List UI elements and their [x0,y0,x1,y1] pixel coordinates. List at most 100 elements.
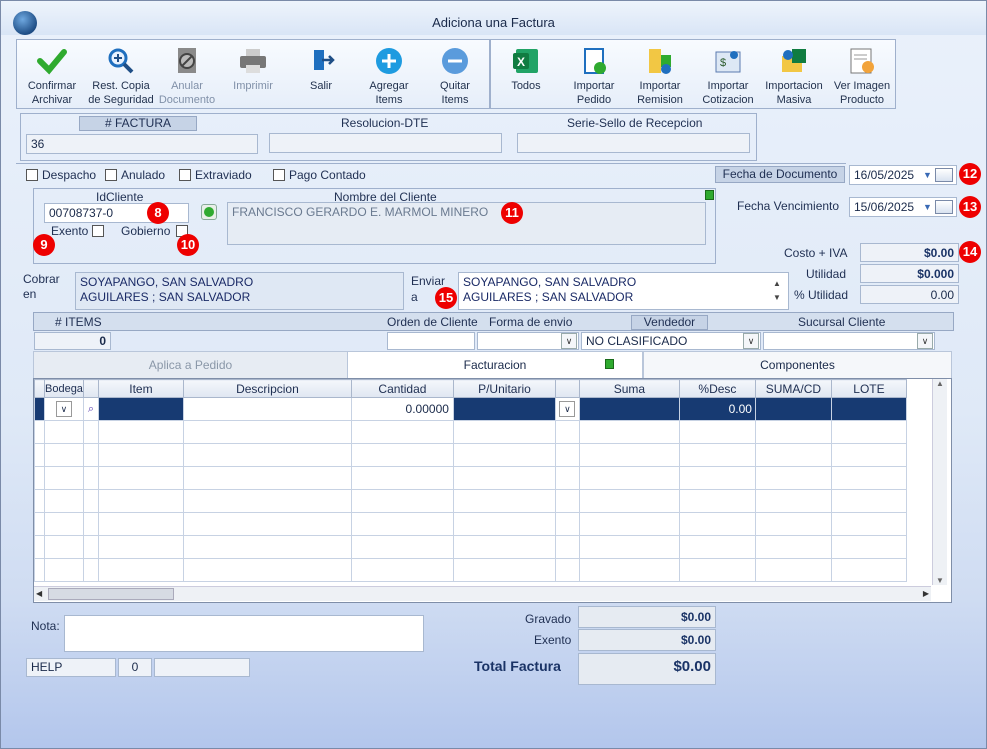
plus-circle-icon [376,48,402,74]
column-header-sumacd[interactable]: SUMA/CD [754,379,832,398]
enviar-address[interactable]: SOYAPANGO, SAN SALVADRO AGUILARES ; SAN S… [458,272,789,310]
tab-facturacion[interactable]: Facturacion [347,351,643,379]
checkmark-icon [37,49,67,75]
lote-cell[interactable] [830,397,907,421]
price-dropdown[interactable]: ∨ [554,397,580,421]
gravado-field: $0.00 [578,606,716,628]
punitario-cell[interactable] [452,397,556,421]
column-header-descripcion[interactable]: Descripcion [182,379,352,398]
calendar-icon[interactable] [935,200,953,214]
id-cliente-label: IdCliente [96,190,144,204]
import-order-button[interactable]: Importar Pedido [561,40,627,108]
cobrar-label-en: en [23,287,37,301]
printer-icon [240,49,266,73]
scroll-right-icon[interactable]: ▶ [923,589,929,598]
table-row[interactable] [34,558,907,582]
nombre-cliente-field[interactable]: FRANCISCO GERARDO E. MARMOL MINERO [227,202,706,245]
tab-note-icon [605,359,614,369]
table-row[interactable] [34,535,907,559]
add-items-button[interactable]: Agregar Items [359,40,419,108]
table-row[interactable]: ∨ ⌕ 0.00000 ∨ 0.00 [34,397,907,421]
sucursal-select[interactable] [763,332,935,350]
utilidad-field: $0.000 [860,264,959,283]
column-header-lote[interactable]: LOTE [830,379,907,398]
marker-11: 11 [501,202,523,224]
sucursal-label: Sucursal Cliente [798,315,886,329]
export-all-button[interactable]: X Todos [493,40,559,108]
confirm-button[interactable]: Confirmar Archivar [21,40,83,108]
table-row[interactable] [34,443,907,467]
fecha-vencimiento-label: Fecha Vencimiento [737,199,840,213]
tab-aplica-pedido[interactable]: Aplica a Pedido [33,351,348,379]
table-row[interactable] [34,489,907,513]
pct-utilidad-label: % Utilidad [794,288,849,302]
serie-field[interactable] [517,133,750,153]
import-remission-button[interactable]: Importar Remision [627,40,693,108]
column-header-punitario[interactable]: P/Unitario [452,379,556,398]
vertical-scrollbar[interactable]: ▲ ▼ [932,379,947,585]
chevron-down-icon[interactable]: ▼ [923,170,932,180]
column-header-suma[interactable]: Suma [578,379,680,398]
scroll-down-icon[interactable]: ▼ [933,576,947,585]
column-header-cantidad[interactable]: Cantidad [350,379,454,398]
print-button[interactable]: Imprimir [223,40,283,108]
tab-componentes[interactable]: Componentes [643,351,952,379]
anulado-checkbox[interactable] [105,169,117,181]
descripcion-cell[interactable] [182,397,352,421]
chevron-down-icon[interactable]: ∨ [561,333,577,349]
items-count-label: # ITEMS [55,315,102,329]
cantidad-cell[interactable]: 0.00000 [350,397,454,421]
orden-cliente-field[interactable] [387,332,475,350]
lookup-icon[interactable]: ⌕ [82,397,99,421]
column-header-desc[interactable]: %Desc [678,379,756,398]
utilidad-label: Utilidad [806,267,847,281]
vendedor-select[interactable]: NO CLASIFICADO [581,332,761,350]
serie-label: Serie-Sello de Recepcion [567,116,703,130]
chevron-down-icon[interactable]: ▼ [923,202,932,212]
nota-field[interactable] [64,615,424,652]
factura-number-field[interactable]: 36 [26,134,258,154]
chevron-down-icon[interactable]: ∨ [917,333,933,349]
extraviado-checkbox[interactable] [179,169,191,181]
scroll-up-icon[interactable]: ▲ [933,379,947,388]
scroll-arrows-icon[interactable]: ▲ ▼ [773,277,781,305]
row-selector[interactable] [34,397,45,421]
orden-cliente-label: Orden de Cliente [387,315,478,329]
chevron-down-icon[interactable]: ∨ [743,333,759,349]
column-header-item[interactable]: Item [97,379,184,398]
void-document-button[interactable]: Anular Documento [157,40,217,108]
sumacd-cell [754,397,832,421]
resolucion-field[interactable] [269,133,502,153]
restore-backup-button[interactable]: Rest. Copia de Seguridad [85,40,157,108]
mass-import-icon [782,49,806,72]
calendar-icon[interactable] [935,168,953,182]
gravado-label: Gravado [525,612,572,626]
bodega-cell[interactable]: ∨ [44,397,84,421]
remove-items-button[interactable]: Quitar Items [425,40,485,108]
costo-iva-field: $0.00 [860,243,959,262]
despacho-checkbox[interactable] [26,169,38,181]
validate-check-icon[interactable] [201,204,217,220]
nota-label: Nota: [31,619,60,633]
view-product-image-button[interactable]: Ver Imagen Producto [829,40,895,108]
import-quote-button[interactable]: $ Importar Cotizacion [695,40,761,108]
scroll-left-icon[interactable]: ◀ [36,589,42,598]
column-header-bodega[interactable]: Bodega [44,379,84,398]
horizontal-scrollbar[interactable]: ◀ ▶ [34,586,931,601]
pago-contado-checkbox[interactable] [273,169,285,181]
exento-checkbox[interactable] [92,225,104,237]
table-row[interactable] [34,512,907,536]
table-row[interactable] [34,420,907,444]
cobrar-address[interactable]: SOYAPANGO, SAN SALVADRO AGUILARES ; SAN S… [75,272,404,310]
item-cell[interactable] [97,397,184,421]
desc-cell[interactable]: 0.00 [678,397,756,421]
mass-import-button[interactable]: Importacion Masiva [761,40,827,108]
scroll-thumb[interactable] [48,588,174,600]
help-status: HELP [26,658,116,677]
product-image-icon [850,48,874,74]
table-row[interactable] [34,466,907,490]
excel-icon: X [513,49,538,73]
notes-icon[interactable] [705,190,714,200]
marker-9: 9 [33,234,55,256]
exit-button[interactable]: Salir [291,40,351,108]
